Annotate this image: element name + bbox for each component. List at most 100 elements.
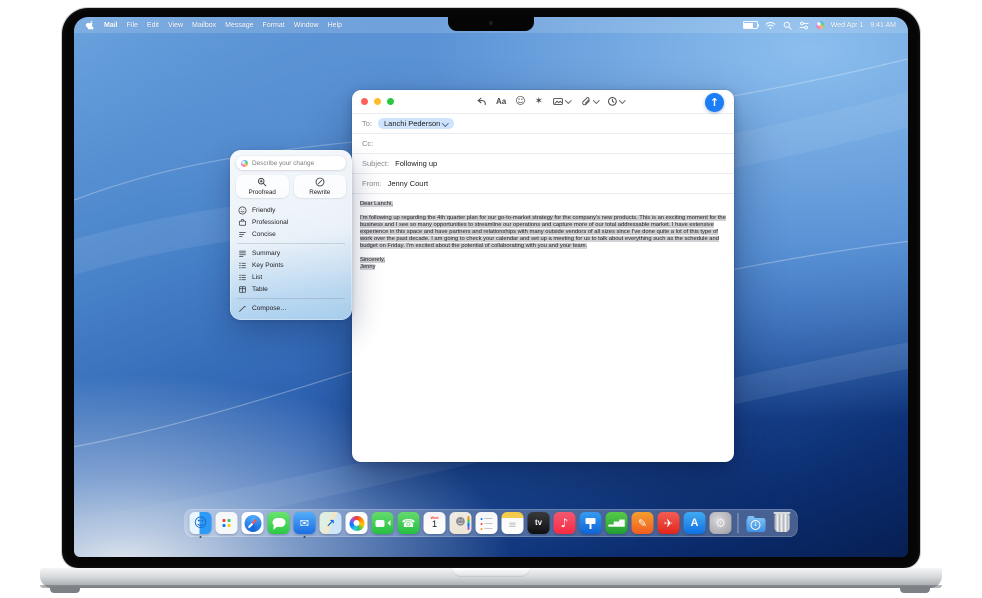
apple-intelligence-icon	[241, 160, 248, 167]
dock-icon-maps[interactable]: ↗	[320, 512, 342, 534]
dock-icon-keynote[interactable]	[580, 512, 602, 534]
body-closing: Sincerely,	[360, 257, 385, 263]
dock-separator	[738, 513, 739, 533]
rewrite-button[interactable]: Rewrite	[294, 175, 347, 198]
shrink-lines-icon	[238, 230, 247, 239]
close-window-button[interactable]	[361, 98, 368, 105]
search-icon[interactable]	[783, 21, 792, 30]
undo-icon[interactable]	[476, 96, 487, 107]
recipient-name: Lanchi Pederson	[384, 119, 440, 128]
send-later-dropdown[interactable]	[607, 96, 625, 107]
apple-menu-icon[interactable]	[86, 20, 95, 31]
wifi-icon[interactable]	[765, 21, 776, 30]
menu-item-format[interactable]: Format	[263, 22, 285, 29]
dock-icon-pages[interactable]: ✎	[632, 512, 654, 534]
menu-item-key-points[interactable]: Key Points	[236, 259, 346, 271]
dock-icon-settings[interactable]: ⚙	[710, 512, 732, 534]
photo-browser-dropdown[interactable]	[552, 96, 571, 107]
stickers-icon[interactable]: ✶	[535, 97, 543, 107]
emoji-icon[interactable]: ☺	[515, 97, 525, 107]
menu-item-mail[interactable]: Mail	[104, 22, 118, 29]
proofread-button[interactable]: Proofread	[236, 175, 289, 198]
dock-icon-notes[interactable]: ≡	[502, 512, 524, 534]
dock-icon-trash[interactable]	[771, 512, 793, 534]
person-silhouette-icon: ☻	[455, 518, 465, 528]
dock-icon-tv[interactable]: tv	[528, 512, 550, 534]
bar-chart-icon: ▂▅▇	[608, 520, 624, 527]
battery-icon[interactable]	[743, 21, 758, 29]
to-label: To:	[362, 119, 372, 128]
attach-file-dropdown[interactable]	[580, 96, 599, 107]
calendar-day: 1	[432, 520, 437, 530]
macbook-foot-left	[50, 588, 80, 593]
menu-item-summary[interactable]: Summary	[236, 247, 346, 259]
menu-bar-time[interactable]: 9:41 AM	[870, 22, 896, 29]
menu-item-friendly[interactable]: Friendly	[236, 204, 346, 216]
dock: ☺ ✉ ↗ ☎ Wed 1 ☻ ≡ tv ♪ ▂▅▇	[185, 509, 798, 537]
dock-icon-mail[interactable]: ✉	[294, 512, 316, 534]
menu-item-view[interactable]: View	[168, 22, 183, 29]
summary-lines-icon	[238, 249, 247, 258]
tv-logo: tv	[535, 519, 542, 527]
table-grid-icon	[238, 285, 247, 294]
envelope-icon: ✉	[300, 518, 309, 529]
phone-handset-icon: ☎	[402, 518, 416, 529]
dock-icon-reminders[interactable]	[476, 512, 498, 534]
key-points-label: Key Points	[252, 262, 284, 269]
menu-item-mailbox[interactable]: Mailbox	[192, 22, 216, 29]
send-button[interactable]: ↑	[705, 93, 724, 112]
dock-icon-calendar[interactable]: Wed 1	[424, 512, 446, 534]
summary-label: Summary	[252, 250, 280, 257]
dock-icon-finder[interactable]: ☺	[190, 512, 212, 534]
to-field[interactable]: To: Lanchi Pederson	[352, 113, 734, 133]
menu-item-compose[interactable]: Compose…	[236, 302, 346, 314]
compose-label: Compose…	[252, 305, 287, 312]
from-field[interactable]: From: Jenny Court	[352, 173, 734, 193]
dock-icon-contacts[interactable]: ☻	[450, 512, 472, 534]
siri-apple-intelligence-icon[interactable]	[816, 21, 824, 29]
dock-icon-downloads[interactable]: ↓	[745, 512, 767, 534]
dock-icon-phone[interactable]: ☎	[398, 512, 420, 534]
window-titlebar[interactable]: Aa ☺ ✶	[352, 90, 734, 113]
dock-icon-launchpad[interactable]	[216, 512, 238, 534]
dock-icon-music[interactable]: ♪	[554, 512, 576, 534]
camera-notch	[448, 17, 534, 31]
from-label: From:	[362, 179, 382, 188]
dock-icon-messages[interactable]	[268, 512, 290, 534]
menu-item-concise[interactable]: Concise	[236, 228, 346, 240]
dock-icon-app-store[interactable]: A	[684, 512, 706, 534]
dock-icon-numbers[interactable]: ▂▅▇	[606, 512, 628, 534]
describe-change-input[interactable]: Describe your change	[236, 156, 346, 170]
message-body[interactable]: Dear Lanchi, I'm following up regarding …	[352, 193, 734, 278]
menu-item-table[interactable]: Table	[236, 283, 346, 295]
macbook-base	[40, 568, 942, 588]
control-center-icon[interactable]	[799, 21, 809, 30]
dock-icon-rocket-app[interactable]: ✈	[658, 512, 680, 534]
finder-face-icon: ☺	[194, 517, 208, 530]
subject-field[interactable]: Subject: Following up	[352, 153, 734, 173]
chevron-down-icon	[565, 97, 571, 103]
dock-icon-safari[interactable]	[242, 512, 264, 534]
menu-item-help[interactable]: Help	[328, 22, 342, 29]
recipient-token[interactable]: Lanchi Pederson	[378, 118, 454, 129]
body-paragraph: I'm following up regarding the 4th quart…	[360, 215, 726, 249]
menu-item-file[interactable]: File	[127, 22, 138, 29]
concise-label: Concise	[252, 231, 276, 238]
app-store-a-icon: A	[691, 518, 699, 529]
mail-compose-window: Aa ☺ ✶	[352, 90, 734, 462]
subject-value: Following up	[395, 159, 437, 168]
menu-bar-date[interactable]: Wed Apr 1	[831, 22, 864, 29]
bullet-list-icon	[238, 261, 247, 270]
menu-item-window[interactable]: Window	[294, 22, 319, 29]
menu-item-edit[interactable]: Edit	[147, 22, 159, 29]
cc-field[interactable]: Cc:	[352, 133, 734, 153]
zoom-window-button[interactable]	[387, 98, 394, 105]
menu-item-professional[interactable]: Professional	[236, 216, 346, 228]
menu-item-message[interactable]: Message	[225, 22, 253, 29]
minimize-window-button[interactable]	[374, 98, 381, 105]
subject-label: Subject:	[362, 159, 389, 168]
menu-item-list[interactable]: List	[236, 271, 346, 283]
format-text-button[interactable]: Aa	[496, 97, 506, 106]
dock-icon-facetime[interactable]	[372, 512, 394, 534]
dock-icon-photos[interactable]	[346, 512, 368, 534]
